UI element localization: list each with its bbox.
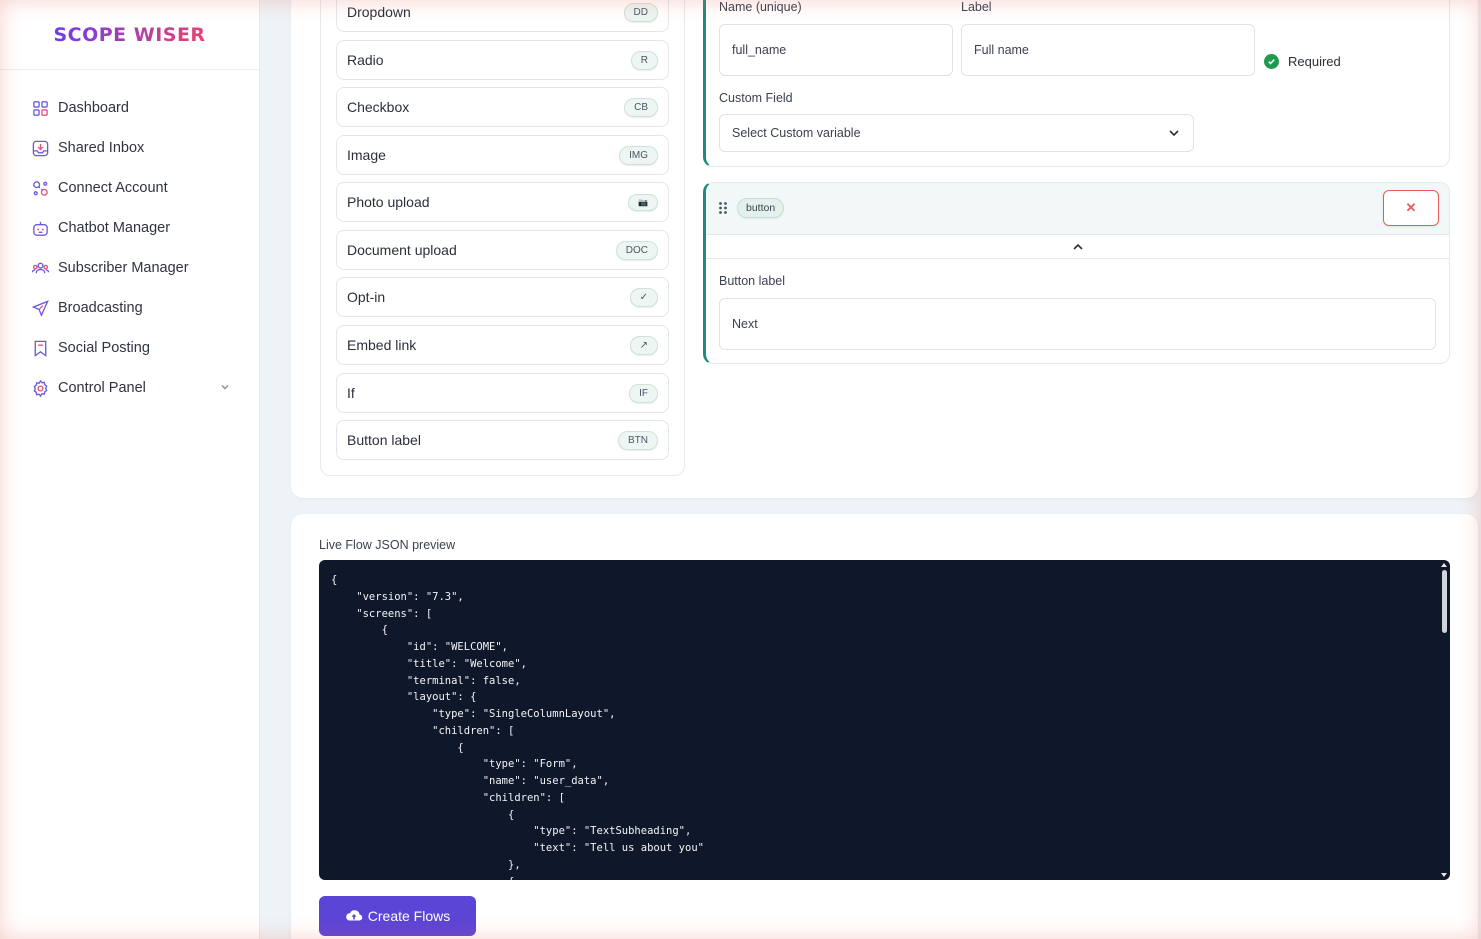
custom-field-value: Select Custom variable [732,126,861,140]
name-label: Name (unique) [719,0,802,14]
palette-item-opt-in[interactable]: Opt-in ✓ [336,277,669,317]
scroll-down-icon[interactable] [1440,872,1448,878]
sidebar-item-label: Dashboard [58,100,129,116]
sidebar-item-label: Shared Inbox [58,140,145,156]
link-icon [30,178,50,198]
name-input[interactable]: full_name [719,24,953,76]
chevron-up-icon [1072,243,1083,250]
palette-item-embed-link[interactable]: Embed link ↗ [336,325,669,365]
logo-text: SCOPE WISER [53,23,206,46]
sidebar-item-label: Broadcasting [58,300,143,316]
scrollbar-thumb[interactable] [1442,570,1447,633]
sidebar-item-dashboard[interactable]: Dashboard [0,88,259,128]
palette-badge: BTN [618,430,658,450]
sidebar-item-chatbot-manager[interactable]: Chatbot Manager [0,208,259,248]
sidebar-item-label: Control Panel [58,380,146,396]
bot-icon [30,218,50,238]
json-code-block[interactable]: { "version": "7.3", "screens": [ { "id":… [319,560,1450,880]
palette-badge: DOC [615,240,658,260]
palette-badge: CB [624,97,658,117]
palette-item-photo-upload[interactable]: Photo upload 📷 [336,182,669,222]
sidebar-nav: Dashboard Shared Inbox Connect Account C… [0,70,259,408]
palette-item-label: Opt-in [347,289,386,305]
gear-icon [30,378,50,398]
palette-item-label: Embed link [347,337,417,353]
json-preview-title: Live Flow JSON preview [319,538,456,552]
sidebar-item-label: Chatbot Manager [58,220,171,236]
delete-button[interactable]: ✕ [1383,190,1439,226]
sidebar-item-broadcasting[interactable]: Broadcasting [0,288,259,328]
palette-item-button-label[interactable]: Button label BTN [336,420,669,460]
palette-item-label: Photo upload [347,194,430,210]
palette-item-checkbox[interactable]: Checkbox CB [336,87,669,127]
sidebar-item-connect-account[interactable]: Connect Account [0,168,259,208]
sidebar-item-label: Social Posting [58,340,150,356]
palette-item-document-upload[interactable]: Document upload DOC [336,230,669,270]
camera-icon: 📷 [628,193,658,211]
external-link-icon: ↗ [629,335,658,355]
json-code: { "version": "7.3", "screens": [ { "id":… [331,574,704,880]
collapse-toggle[interactable] [706,235,1449,259]
sidebar-item-subscriber-manager[interactable]: Subscriber Manager [0,248,259,288]
type-pill: button [737,198,785,218]
custom-field-label: Custom Field [719,91,793,105]
palette-badge: DD [623,2,658,22]
sidebar-item-shared-inbox[interactable]: Shared Inbox [0,128,259,168]
palette-item-label: Radio [347,52,384,68]
sidebar-item-social-posting[interactable]: Social Posting [0,328,259,368]
sidebar-item-label: Connect Account [58,180,168,196]
palette-item-label: Image [347,147,386,163]
check-circle-icon [1264,54,1279,69]
sidebar-item-label: Subscriber Manager [58,260,189,276]
check-icon: ✓ [629,287,658,307]
label-input[interactable]: Full name [961,24,1255,76]
palette-item-label: Button label [347,432,421,448]
required-toggle[interactable]: Required [1264,54,1341,69]
inbox-icon [30,138,50,158]
chevron-down-icon [1169,130,1179,137]
palette-badge: IMG [619,145,658,165]
palette-item-label: Checkbox [347,99,410,115]
cloud-upload-icon [345,909,363,923]
palette-item-if[interactable]: If IF [336,373,669,413]
button-editor-header: button ✕ [706,183,1449,235]
custom-field-select[interactable]: Select Custom variable [719,114,1194,152]
palette-item-label: Document upload [347,242,457,258]
palette-item-radio[interactable]: Radio R [336,40,669,80]
send-icon [30,298,50,318]
button-label-input[interactable]: Next [719,298,1436,350]
required-text: Required [1288,54,1341,69]
sidebar: SCOPE WISER Dashboard Shared Inbox Conne… [0,0,260,939]
palette-item-label: Dropdown [347,4,411,20]
logo[interactable]: SCOPE WISER [0,0,259,70]
palette-item-image[interactable]: Image IMG [336,135,669,175]
label-label: Label [961,0,992,14]
sidebar-item-control-panel[interactable]: Control Panel [0,368,259,408]
create-flows-label: Create Flows [367,908,451,924]
palette-item-dropdown[interactable]: Dropdown DD [336,0,669,32]
create-flows-button[interactable]: Create Flows [319,896,476,936]
button-label-label: Button label [719,274,786,288]
scroll-up-icon[interactable] [1440,562,1448,568]
drag-handle-icon[interactable] [718,201,728,215]
users-icon [30,258,50,278]
bookmark-icon [30,338,50,358]
close-icon: ✕ [1405,200,1417,215]
palette-item-label: If [347,385,355,401]
grid-icon [30,98,50,118]
palette-badge: IF [629,383,658,403]
palette-badge: R [630,50,658,70]
chevron-down-icon[interactable] [219,381,231,393]
